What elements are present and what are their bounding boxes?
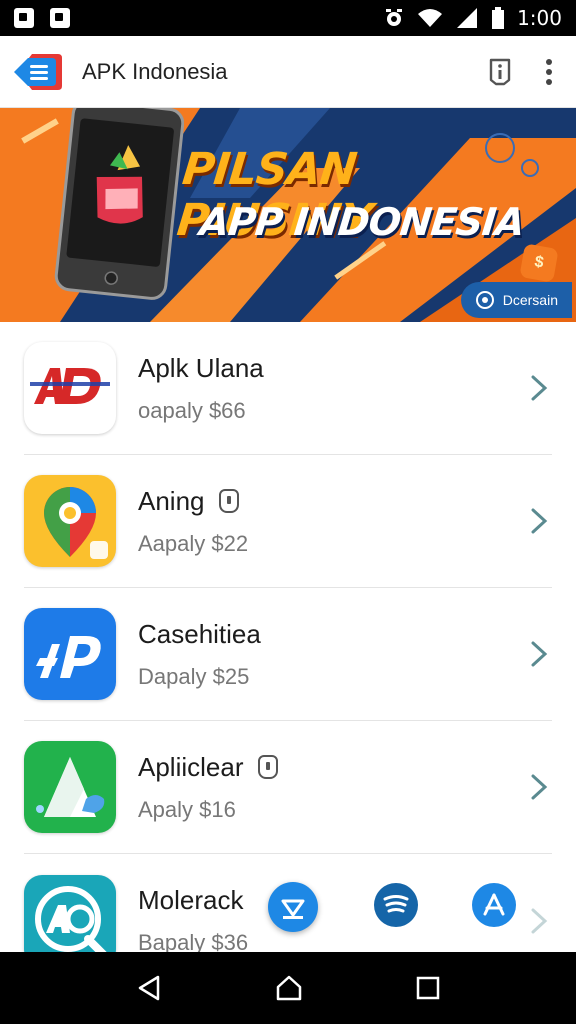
promo-banner[interactable]: PILSAN PIUSNIY APP INDONESIA $ Dcersain (0, 108, 576, 322)
home-icon[interactable] (275, 974, 303, 1002)
app-subtitle: oapaly $66 (138, 397, 246, 423)
app-title: APK Indonesia (82, 58, 228, 84)
app-subtitle: Bapaly $36 (138, 930, 249, 952)
download-icon[interactable] (268, 882, 318, 932)
app-list: Aplk Ulana oapaly $66 Aning Aapaly $22 C… (0, 322, 576, 952)
app-subtitle: Aapaly $22 (138, 530, 249, 556)
back-icon[interactable] (136, 974, 162, 1002)
chevron-right-icon[interactable] (530, 507, 548, 535)
p-logo-icon (24, 608, 116, 700)
chevron-right-icon[interactable] (530, 773, 548, 801)
app-name: Aning (138, 485, 205, 516)
map-pin-icon (24, 475, 116, 567)
ad-icon (24, 342, 116, 434)
app-logo-icon[interactable] (12, 50, 64, 94)
list-item[interactable]: Casehitiea Dapaly $25 (24, 588, 552, 721)
navigation-bar (0, 952, 576, 1024)
chip-label: Dcersain (502, 292, 558, 308)
banner-chip[interactable]: Dcersain (460, 282, 572, 318)
app-notification-icon (50, 8, 70, 28)
app-name: Aplk Ulana (138, 352, 264, 383)
battery-icon (492, 7, 505, 29)
coin-badge-icon: $ (519, 243, 559, 283)
chip-icon (475, 291, 494, 309)
signal-icon (457, 8, 478, 28)
app-subtitle: Dapaly $25 (138, 663, 250, 689)
chevron-right-icon[interactable] (530, 640, 548, 668)
app-name: Molerack (138, 885, 244, 915)
recents-icon[interactable] (416, 976, 440, 1000)
app-name: Casehitiea (138, 618, 261, 649)
chevron-right-icon[interactable] (530, 374, 548, 402)
app-store-icon[interactable] (472, 883, 516, 927)
app-name: Apliiclear (138, 751, 244, 782)
search-logo-icon (24, 874, 116, 952)
more-vert-icon[interactable] (544, 58, 554, 86)
list-item[interactable]: Aning Aapaly $22 (24, 455, 552, 588)
clock: 1:00 (517, 6, 562, 30)
phone-illustration (54, 108, 184, 300)
chevron-right-icon[interactable] (530, 907, 548, 935)
banner-subheadline: APP INDONESIA (197, 200, 527, 244)
list-item[interactable]: Apliiclear Apaly $16 (24, 721, 552, 854)
triangle-icon (24, 741, 116, 833)
info-badge-icon (218, 489, 239, 513)
info-badge-icon (257, 755, 278, 779)
app-bar: APK Indonesia (0, 36, 576, 108)
app-subtitle: Apaly $16 (138, 796, 236, 822)
info-icon[interactable] (486, 56, 514, 88)
notification-icon (14, 8, 34, 28)
alarm-icon (386, 9, 403, 26)
status-bar: 1:00 (0, 0, 576, 36)
list-item[interactable]: Aplk Ulana oapaly $66 (24, 322, 552, 455)
spotify-icon[interactable] (374, 883, 418, 927)
wifi-icon (418, 9, 443, 27)
